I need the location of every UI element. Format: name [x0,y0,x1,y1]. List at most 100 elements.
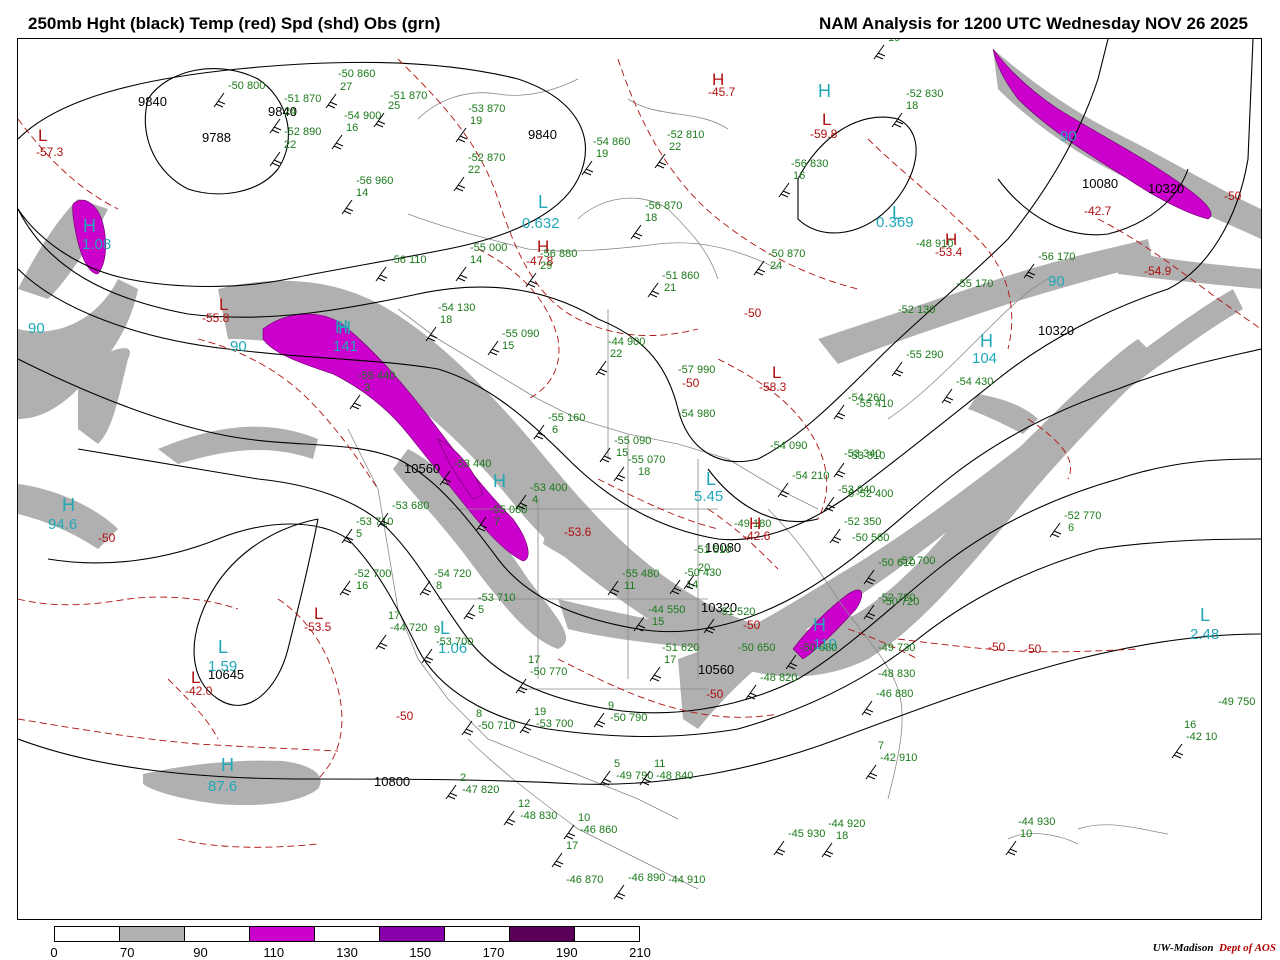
wind-barb [891,112,904,128]
speed-label: 0.632 [522,215,560,232]
wind-barb [941,388,954,404]
high-marker-red: H [712,70,724,89]
station-obs-label: 4 [532,494,538,506]
station-obs-label: -52 810 [667,129,704,141]
station-obs-label: 10 [578,812,590,824]
station-obs-label: -50 870 [768,248,805,260]
height-label: 10560 [404,461,440,476]
wind-barb [349,394,362,410]
low-marker-red: L [822,110,831,129]
wind-barb [773,840,786,856]
wind-barb [630,224,643,240]
height-label: 10320 [1038,323,1074,338]
station-obs-label: -54 210 [792,470,829,482]
station-obs-label: -52 770 [1064,510,1101,522]
speed-label: 90 [230,338,247,355]
wind-barb [563,824,576,840]
high-marker-speed: H [221,755,234,775]
high-marker-speed: H [83,216,96,236]
colorbar-segment [185,927,250,941]
station-obs-label: -53 340 [844,448,881,460]
station-obs-label: 24 [770,260,782,272]
wind-barb [515,678,528,694]
temp-label: -42.7 [1084,204,1112,218]
station-obs-label: -49 730 [878,642,915,654]
station-obs-label: -54 980 [678,408,715,420]
station-obs-label: 9 [434,624,440,636]
high-marker-speed: H [493,471,506,491]
station-obs-label: -44 550 [648,604,685,616]
station-obs-label: -52 700 [354,568,391,580]
colorbar-segment [55,927,120,941]
station-obs-label: -53 870 [468,103,505,115]
temp-label: -58.3 [759,380,787,394]
station-obs-label: -53 700 [436,636,473,648]
height-label: 10800 [374,774,410,789]
station-obs-label: -55 160 [548,412,585,424]
low-marker-red: L [219,295,228,314]
station-obs-label: 2 [460,772,466,784]
station-obs-label: -44 900 [608,336,645,348]
speed-label: 1.08 [82,236,111,253]
wind-barb [649,666,662,682]
wind-barb [455,266,468,282]
station-obs-label: -50 560 [852,532,889,544]
station-obs-label: -48 910 [916,238,953,250]
station-obs-label: -48 830 [878,668,915,680]
station-obs-label: -52 130 [898,304,935,316]
speed-label: 90 [1060,128,1077,145]
low-marker-red: L [314,604,323,623]
station-obs-label: -56 830 [791,158,828,170]
map-panel: 9840 9788 9840 9840 10080 10320 10320 10… [17,38,1262,920]
wind-barb [375,634,388,650]
height-label: 9840 [138,94,167,109]
speed-label: 87.6 [208,778,237,795]
wind-barb [453,176,466,192]
wind-barb [613,466,626,482]
wind-barb [339,580,352,596]
station-obs-label: -51 870 [284,93,321,105]
wind-barb [445,784,458,800]
station-obs-label: -42 910 [880,752,917,764]
speed-label: 1.59 [208,658,237,675]
station-obs-label: -53 710 [478,592,515,604]
station-obs-label: -56 870 [645,200,682,212]
station-obs-label: 17 [388,610,400,622]
station-obs-label: 17 [664,654,676,666]
station-obs-label: -55 410 [856,398,893,410]
colorbar-segment [250,927,315,941]
station-obs-label: -54 090 [770,440,807,452]
wind-barb [463,604,476,620]
station-obs-label: -46 880 [876,688,913,700]
station-obs-label: -50 650 [738,642,775,654]
colorbar-tick-label: 0 [50,945,58,960]
wind-barb [778,182,791,198]
wind-barb [213,92,226,108]
station-obs-label: -51 520 [718,606,755,618]
station-obs-label: 19 [596,148,608,160]
height-label: 10320 [1148,181,1184,196]
speed-label: 94.6 [48,516,77,533]
height-label: 10080 [1082,176,1118,191]
wind-barb [269,151,282,167]
station-obs-label: -46 860 [580,824,617,836]
temp-label: -54.9 [1144,264,1172,278]
station-obs-label: -56 110 [390,254,427,266]
speed-label: 0.369 [876,214,914,231]
station-obs-label: 7 [878,740,884,752]
wind-barb [331,134,344,150]
wind-barb [593,712,606,728]
colorbar-tick-label: 190 [555,945,578,960]
station-obs-label: 27 [340,81,352,93]
map-title: 250mb Hght (black) Temp (red) Spd (shd) … [28,14,441,33]
high-marker-speed: H [818,81,831,101]
station-obs-label: 11 [654,758,665,770]
speed-label: 141 [333,338,358,355]
colorbar-segment [380,927,445,941]
station-obs-label: 15 [502,340,514,352]
height-label: 9840 [528,127,557,142]
wind-barb [551,852,564,868]
station-obs-label: -55 440 [358,370,395,382]
colorbar-segment [315,927,380,941]
credit-org: UW-Madison [1152,942,1214,954]
